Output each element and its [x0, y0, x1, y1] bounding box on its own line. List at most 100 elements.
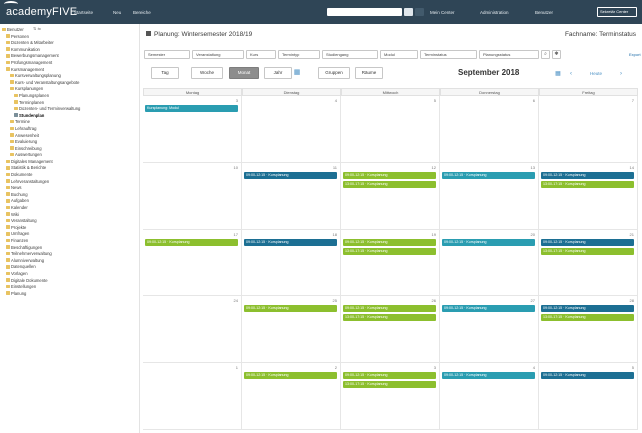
sidebar-item[interactable]: Planung [2, 291, 138, 298]
settings-icon[interactable]: ✱ [552, 50, 561, 59]
calendar-day-cell[interactable]: 27 09:00-12:15 · Kursplanung [440, 296, 539, 364]
filter-termintyp[interactable]: Termintyp [278, 50, 320, 59]
calendar-event[interactable]: 09:00-12:15 · Kursplanung [343, 171, 436, 179]
calendar-day-cell[interactable]: 7 [539, 96, 638, 163]
nav-neu[interactable]: Neu [113, 9, 121, 16]
search-filter-icon[interactable]: ⌕ [541, 50, 550, 59]
sidebar-item[interactable]: Personen [2, 34, 138, 41]
calendar-day-cell[interactable]: 20 09:00-12:15 · Kursplanung [440, 229, 539, 297]
sidebar-item[interactable]: Auswertungen [2, 152, 138, 159]
sidebar-item[interactable]: Benutzer [2, 27, 138, 34]
sidebar-item[interactable]: Kursplanungen [2, 86, 138, 93]
search-options-button[interactable] [404, 8, 413, 16]
calendar-day-cell[interactable]: 28 09:00-12:15 · Kursplanung 13:00-17:15 ·… [539, 296, 638, 364]
calendar-day-cell[interactable]: 17 09:00-12:15 · Kursplanung [143, 229, 242, 297]
calendar-event[interactable]: 09:00-12:15 · Kursplanung [343, 238, 436, 246]
calendar-day-cell[interactable]: 5 09:00-12:15 · Kursplanung [539, 363, 638, 430]
sidebar-item[interactable]: Statistik & Berichte [2, 165, 138, 172]
sidebar-item[interactable]: Digitales Management [2, 159, 138, 166]
date-picker-icon[interactable]: ▦ [292, 67, 302, 79]
calendar-event[interactable]: 09:00-12:15 · Kursplanung [244, 238, 337, 246]
filter-veranstaltung[interactable]: Veranstaltung [192, 50, 244, 59]
calendar-event[interactable]: 09:00-12:15 · Kursplanung [343, 372, 436, 380]
filter-modul[interactable]: Modul [380, 50, 418, 59]
calendar-event[interactable]: 13:00-17:15 · Kursplanung [343, 247, 436, 255]
sidebar-item[interactable]: Veranstaltung [2, 218, 138, 225]
sidebar-item[interactable]: Kalender [2, 205, 138, 212]
sidebar-item[interactable]: Dokumente [2, 172, 138, 179]
calendar-day-cell[interactable]: 3 09:00-12:15 · Kursplanung 13:00-17:15 · … [341, 363, 440, 430]
sidebar-item[interactable]: Projekte [2, 225, 138, 232]
calendar-event[interactable]: 13:00-17:15 · Kursplanung [343, 180, 436, 188]
calendar-day-cell[interactable]: 6 [440, 96, 539, 163]
calendar-event[interactable]: 09:00-12:15 · Kursplanung [442, 171, 535, 179]
sidebar-item[interactable]: Kurs- und Veranstaltungsangebote [2, 80, 138, 87]
sidebar-item[interactable]: Kommunikation [2, 47, 138, 54]
sidebar-item[interactable]: Dozenten & Mitarbeiter [2, 40, 138, 47]
nav-mein-center[interactable]: Mein Center [430, 9, 455, 16]
sidebar-item[interactable]: Planungsplanen [2, 93, 138, 100]
sidebar-item[interactable]: Datenquellen [2, 264, 138, 271]
sidebar-item[interactable]: Kursmanagement [2, 67, 138, 74]
calendar-event[interactable]: 09:00-12:15 · Kursplanung [541, 305, 634, 313]
sidebar-item[interactable]: Termine [2, 119, 138, 126]
calendar-day-cell[interactable]: 4 09:00-12:15 · Kursplanung [440, 363, 539, 430]
sidebar-item[interactable]: Kursverwaltungsplanung [2, 73, 138, 80]
fachname-selector[interactable]: Fachname: Terminstatus [565, 31, 636, 39]
nav-bereiche[interactable]: Bereiche [133, 9, 151, 16]
calendar-event[interactable]: 13:00-17:15 · Kursplanung [541, 180, 634, 188]
sidebar-item[interactable]: Wiki [2, 212, 138, 219]
today-button[interactable]: Heute [586, 68, 606, 80]
calendar-event[interactable]: 09:00-12:15 · Kursplanung [442, 305, 535, 313]
sidebar-item[interactable]: Terminplanen [2, 100, 138, 107]
filter-terminstatus[interactable]: Terminstatus [420, 50, 477, 59]
calendar-day-cell[interactable]: 4 [242, 96, 341, 163]
calendar-event[interactable]: 13:00-17:15 · Kursplanung [343, 314, 436, 322]
previous-month-icon[interactable]: ‹ [567, 68, 575, 80]
calendar-event[interactable]: 09:00-12:15 · Kursplanung [442, 238, 535, 246]
view-tag-button[interactable]: Tag [151, 67, 179, 79]
calendar-event[interactable]: 09:00-12:15 · Kursplanung [145, 238, 238, 246]
calendar-event[interactable]: Kursplanung: Modul [145, 105, 238, 112]
view-woche-button[interactable]: Woche [191, 67, 223, 79]
calendar-day-cell[interactable]: 13 09:00-12:15 · Kursplanung [440, 162, 539, 230]
calendar-icon[interactable]: ▦ [553, 68, 563, 80]
calendar-day-cell[interactable]: 19 09:00-12:15 · Kursplanung 13:00-17:15 ·… [341, 229, 440, 297]
calendar-event[interactable]: 13:00-17:15 · Kursplanung [343, 381, 436, 389]
sidebar-item[interactable]: Prüfungsmanagement [2, 60, 138, 67]
sidebar-item[interactable]: Lehrveranstaltungen [2, 179, 138, 186]
sidebar-item[interactable]: Aufgaben [2, 198, 138, 205]
calendar-event[interactable]: 13:00-17:15 · Kursplanung [541, 247, 634, 255]
nav-administration[interactable]: Administration [480, 9, 509, 16]
sidebar-item[interactable]: Dozenten- und Terminverwaltung [2, 106, 138, 113]
calendar-event[interactable]: 09:00-12:15 · Kursplanung [541, 238, 634, 246]
filter-kurs[interactable]: Kurs [246, 50, 276, 59]
sidebar-item[interactable]: Stundenplan [2, 113, 138, 120]
sidebar-item[interactable]: Einstellungen [2, 284, 138, 291]
user-menu-button[interactable]: Sekretär Center [597, 7, 637, 17]
sidebar-item[interactable]: Einschreibung [2, 146, 138, 153]
nav-benutzer[interactable]: Benutzer [535, 9, 553, 16]
search-button[interactable] [415, 8, 424, 16]
calendar-day-cell[interactable]: 18 09:00-12:15 · Kursplanung [242, 229, 341, 297]
sidebar-item[interactable]: Bewerbungsmanagement [2, 53, 138, 60]
sidebar-item[interactable]: Beschäftigungen [2, 245, 138, 252]
sidebar-item[interactable]: Teilnehmerverwaltung [2, 251, 138, 258]
calendar-event[interactable]: 09:00-12:15 · Kursplanung [442, 372, 535, 380]
calendar-day-cell[interactable]: 3 Kursplanung: Modul [143, 96, 242, 163]
view-raeume-button[interactable]: Räume [355, 67, 383, 79]
calendar-day-cell[interactable]: 2 09:00-12:15 · Kursplanung [242, 363, 341, 430]
calendar-event[interactable]: 09:00-12:15 · Kursplanung [244, 372, 337, 380]
sidebar-item[interactable]: Vorlagen [2, 271, 138, 278]
export-link[interactable]: Export [629, 52, 641, 57]
sidebar-item[interactable]: Alumniverwaltung [2, 258, 138, 265]
calendar-day-cell[interactable]: 11 09:00-12:15 · Kursplanung [242, 162, 341, 230]
calendar-day-cell[interactable]: 1 [143, 363, 242, 430]
view-jahr-button[interactable]: Jahr [264, 67, 292, 79]
search-input[interactable] [327, 8, 402, 16]
view-monat-button[interactable]: Monat [229, 67, 259, 79]
sidebar-item[interactable]: News [2, 185, 138, 192]
calendar-event[interactable]: 09:00-12:15 · Kursplanung [541, 372, 634, 380]
view-gruppen-button[interactable]: Gruppen [318, 67, 350, 79]
calendar-day-cell[interactable]: 26 09:00-12:15 · Kursplanung 13:00-17:15 ·… [341, 296, 440, 364]
